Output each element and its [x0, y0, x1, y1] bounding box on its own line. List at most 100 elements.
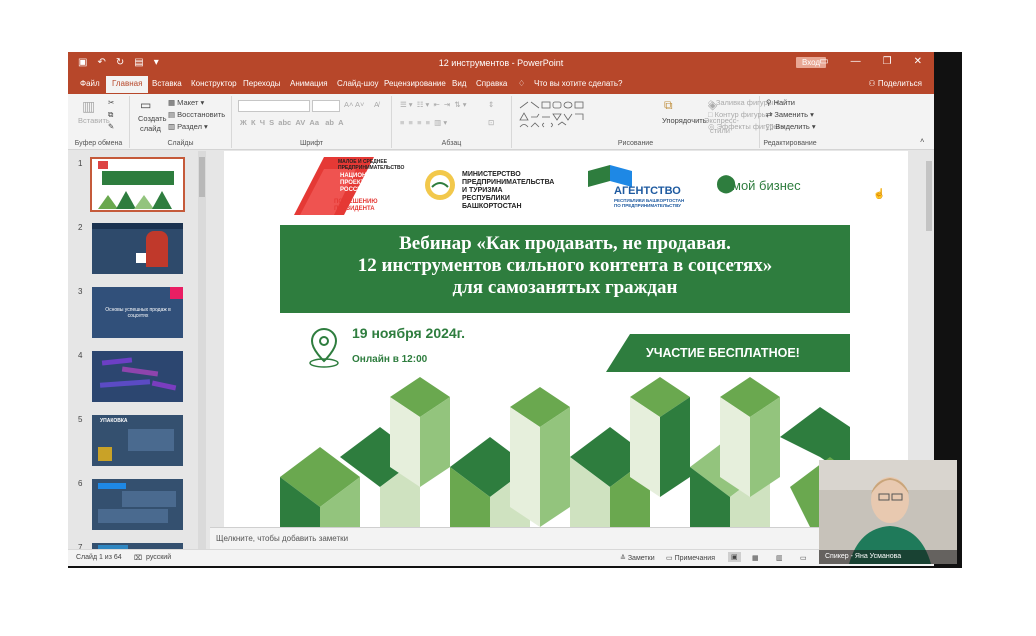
thumb-header: [92, 223, 183, 229]
tab-help[interactable]: Справка: [476, 79, 507, 88]
thumbnail-slide-3[interactable]: Основы успешных продаж в соцсетях: [92, 287, 183, 338]
tab-slideshow[interactable]: Слайд-шоу: [337, 79, 378, 88]
thumb-number: 3: [78, 287, 83, 296]
free-participation-badge: УЧАСТИЕ БЕСПЛАТНОЕ!: [606, 334, 850, 372]
thumb-logo: [98, 161, 108, 169]
group-editing: ⚲ Найти ⇄ Заменить ▾ ⬚ Выделить ▾ Редакт…: [760, 96, 820, 148]
clear-format-icon[interactable]: A̸: [374, 100, 379, 109]
thumbnail-slide-6[interactable]: [92, 479, 183, 530]
map-pin-icon: [309, 327, 339, 368]
notes-toggle[interactable]: ≙ Заметки: [620, 554, 655, 562]
logo2-text: МИНИСТЕРСТВО ПРЕДПРИНИМАТЕЛЬСТВА И ТУРИЗМА…: [462, 171, 555, 210]
scroll-thumb[interactable]: [926, 161, 932, 231]
paste-icon: ▥: [82, 98, 96, 114]
section-button[interactable]: ▥ Раздел ▾: [168, 122, 208, 131]
slideshow-view-icon[interactable]: ▭: [800, 554, 807, 562]
tell-me-input[interactable]: Что вы хотите сделать?: [534, 79, 622, 88]
normal-view-icon[interactable]: ▣: [728, 552, 741, 562]
replace-icon: ⇄: [766, 110, 773, 119]
language-indicator[interactable]: русский: [146, 554, 171, 561]
text-direction-icon[interactable]: ⇕: [488, 100, 494, 109]
font-family-select[interactable]: [238, 100, 310, 112]
share-label: Поделиться: [877, 79, 922, 88]
cut-icon[interactable]: ✂: [108, 98, 114, 107]
font-label: Шрифт: [299, 140, 324, 147]
find-button[interactable]: ⚲ Найти: [766, 98, 795, 107]
thumbnail-slide-4[interactable]: [92, 351, 183, 402]
close-icon[interactable]: ✕: [914, 56, 922, 67]
tab-animations[interactable]: Анимация: [290, 79, 328, 88]
collapse-ribbon-icon[interactable]: ˄: [920, 136, 924, 145]
scroll-thumb[interactable]: [199, 157, 205, 197]
spellcheck-icon[interactable]: ⌧: [134, 554, 142, 562]
comments-toggle[interactable]: ▭ Примечания: [666, 554, 715, 562]
slides-label: Слайды: [167, 140, 194, 147]
list-buttons[interactable]: ☰ ▾ ☷ ▾ ⇤ ⇥ ⇅ ▾: [400, 100, 467, 109]
title-line-3: для самозанятых граждан: [452, 277, 678, 298]
thumb-image: [98, 447, 112, 461]
slide-editor: МАЛОЕ И СРЕДНЕЕ ПРЕДПРИНИМАТЕЛЬСТВО НАЦИО…: [210, 151, 924, 527]
ministry-emblem: [425, 170, 455, 200]
ribbon-display-icon[interactable]: ▭: [819, 56, 828, 67]
select-button[interactable]: ⬚ Выделить ▾: [766, 122, 816, 131]
new-slide-button-l1[interactable]: Создать: [138, 114, 167, 123]
comment-icon: ▭: [666, 555, 673, 562]
arrange-icon: ⧉: [664, 98, 673, 112]
thumbnails-scrollbar[interactable]: [198, 151, 206, 556]
tab-home[interactable]: Главная: [106, 76, 149, 93]
copy-icon[interactable]: ⧉: [108, 110, 113, 120]
tab-transitions[interactable]: Переходы: [243, 79, 281, 88]
font-size-select[interactable]: [312, 100, 340, 112]
thumbnail-slide-1[interactable]: [90, 157, 185, 212]
slide-sorter-icon[interactable]: ▦: [752, 554, 759, 562]
reading-view-icon[interactable]: ▥: [776, 554, 783, 562]
thumbnail-slide-5[interactable]: УПАКОВКА: [92, 415, 183, 466]
tab-file[interactable]: Файл: [80, 79, 100, 88]
thumb-title-band: [102, 171, 174, 185]
replace-button[interactable]: ⇄ Заменить ▾: [766, 110, 814, 119]
thumb-pattern: [98, 191, 172, 209]
thumb-heading: УПАКОВКА: [100, 418, 128, 424]
minimize-icon[interactable]: —: [851, 56, 861, 67]
editing-label: Редактирование: [763, 140, 817, 147]
font-grow-icon[interactable]: A˄ A˅: [344, 100, 364, 109]
webinar-title-band: Вебинар «Как продавать, не продавая. 12 …: [280, 225, 850, 313]
align-text-icon[interactable]: ⊡: [488, 118, 494, 127]
tab-view[interactable]: Вид: [452, 79, 466, 88]
thumb-ribbon-4: [151, 380, 177, 391]
reset-button[interactable]: ▤ Восстановить: [168, 110, 225, 119]
group-font: A˄ A˅ A̸ Ж К Ч S abc AV Aa ab A Шрифт: [232, 96, 392, 148]
paste-button[interactable]: Вставить: [78, 116, 110, 125]
slide[interactable]: МАЛОЕ И СРЕДНЕЕ ПРЕДПРИНИМАТЕЛЬСТВО НАЦИО…: [224, 151, 908, 527]
speaker-video: [819, 460, 957, 564]
logo1-bottom: ПО РЕШЕНИЮ ПРЕЗИДЕНТА: [334, 199, 378, 212]
agency-name: АГЕНТСТВО: [614, 185, 681, 197]
speaker-webcam: Спикер - Яна Усманова: [819, 460, 957, 564]
align-buttons[interactable]: ≡ ≡ ≡ ≡ ▥ ▾: [400, 118, 447, 127]
title-bar: ▣ ↶ ↻ ▤ ▾ 12 инструментов - PowerPoint В…: [68, 52, 934, 74]
lightbulb-icon: ♢: [518, 79, 526, 88]
thumb-number: 5: [78, 415, 83, 424]
thumb-text-block: [128, 429, 174, 451]
paragraph-label: Абзац: [441, 140, 462, 147]
arrange-button[interactable]: Упорядочить: [662, 116, 707, 125]
clipboard-label: Буфер обмена: [74, 140, 123, 147]
font-style-buttons[interactable]: Ж К Ч S abc AV Aa ab A: [240, 118, 344, 127]
slide-counter: Слайд 1 из 64: [76, 554, 122, 561]
tab-design[interactable]: Конструктор: [191, 79, 237, 88]
thumb-number: 6: [78, 479, 83, 488]
share-button[interactable]: ⚇ Поделиться: [868, 79, 922, 88]
new-slide-button-l2[interactable]: слайд: [140, 124, 161, 133]
tab-insert[interactable]: Вставка: [152, 79, 182, 88]
tab-review[interactable]: Рецензирование: [384, 79, 446, 88]
thumbnail-slide-2[interactable]: [92, 223, 183, 274]
layout-button[interactable]: ▦ Макет ▾: [168, 98, 204, 107]
group-slides: ▭ Создать слайд ▦ Макет ▾ ▤ Восстановить…: [130, 96, 232, 148]
thumb-ribbon-3: [99, 379, 151, 388]
format-painter-icon[interactable]: ✎: [108, 122, 114, 131]
shapes-gallery[interactable]: [518, 100, 590, 130]
thumb-ribbon-2: [121, 366, 159, 377]
ribbon-tabs: Файл Главная Вставка Конструктор Переход…: [68, 74, 934, 94]
restore-icon[interactable]: ❐: [883, 56, 892, 67]
thumb-number: 4: [78, 351, 83, 360]
